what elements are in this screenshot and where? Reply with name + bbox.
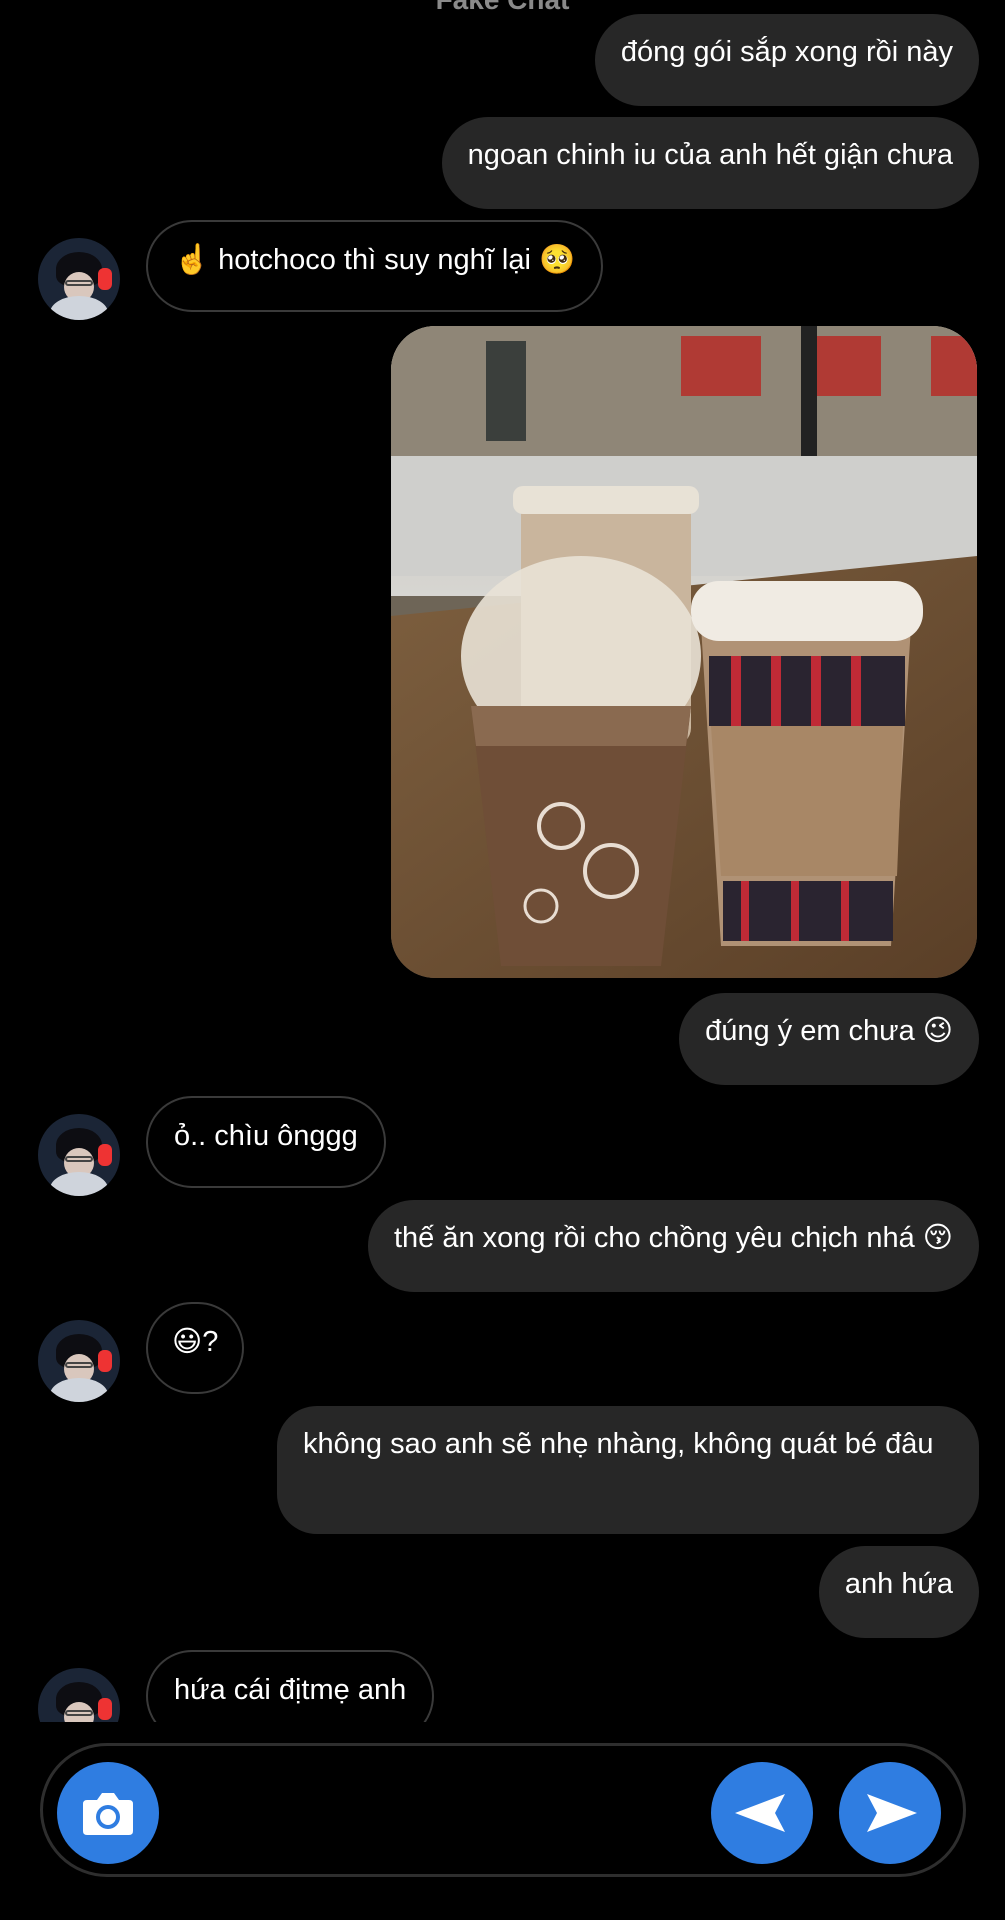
message-composer	[40, 1743, 966, 1877]
message-outgoing[interactable]: không sao anh sẽ nhẹ nhàng, không quát b…	[277, 1406, 979, 1534]
message-text: thế ăn xong rồi cho chồng yêu chịch nhá …	[393, 1222, 953, 1254]
camera-icon	[83, 1793, 133, 1835]
message-outgoing[interactable]: anh hứa	[818, 1546, 979, 1638]
chat-title: Fake Chat	[0, 0, 1005, 14]
send-left-icon	[735, 1794, 785, 1832]
send-as-other-button[interactable]	[711, 1762, 813, 1864]
message-text: không sao anh sẽ nhẹ nhàng, không quát b…	[303, 1428, 934, 1460]
message-outgoing[interactable]: đóng gói sắp xong rồi này	[594, 14, 979, 106]
message-outgoing[interactable]: đúng ý em chưa 😉	[679, 993, 979, 1085]
contact-avatar[interactable]	[38, 1668, 120, 1722]
message-text: 😃?	[172, 1326, 219, 1358]
send-button[interactable]	[839, 1762, 941, 1864]
message-outgoing[interactable]: thế ăn xong rồi cho chồng yêu chịch nhá …	[367, 1200, 979, 1292]
message-image[interactable]	[391, 326, 977, 978]
message-incoming[interactable]: ỏ.. chìu ônggg	[146, 1096, 386, 1188]
message-text: đóng gói sắp xong rồi này	[620, 36, 953, 68]
message-outgoing[interactable]: ngoan chinh iu của anh hết giận chưa	[441, 117, 979, 209]
message-text: đúng ý em chưa 😉	[705, 1015, 953, 1047]
message-text: anh hứa	[844, 1568, 953, 1600]
message-text: ỏ.. chìu ônggg	[174, 1120, 358, 1152]
message-incoming[interactable]: ☝️ hotchoco thì suy nghĩ lại 🥺	[146, 220, 604, 312]
message-text: hứa cái địtmẹ anh	[174, 1674, 407, 1706]
contact-avatar[interactable]	[38, 1320, 120, 1402]
message-text: ☝️ hotchoco thì suy nghĩ lại 🥺	[174, 244, 576, 276]
message-incoming[interactable]: hứa cái địtmẹ anh	[146, 1650, 435, 1722]
message-text: ngoan chinh iu của anh hết giận chưa	[467, 139, 953, 171]
camera-button[interactable]	[57, 1762, 159, 1864]
contact-avatar[interactable]	[38, 1114, 120, 1196]
drinks-photo	[391, 326, 977, 978]
send-right-icon	[867, 1794, 917, 1832]
contact-avatar[interactable]	[38, 238, 120, 320]
message-incoming[interactable]: 😃?	[146, 1302, 245, 1394]
chat-thread[interactable]: Fake Chat đóng gói sắp xong rồi này ngoa…	[0, 0, 1005, 1722]
